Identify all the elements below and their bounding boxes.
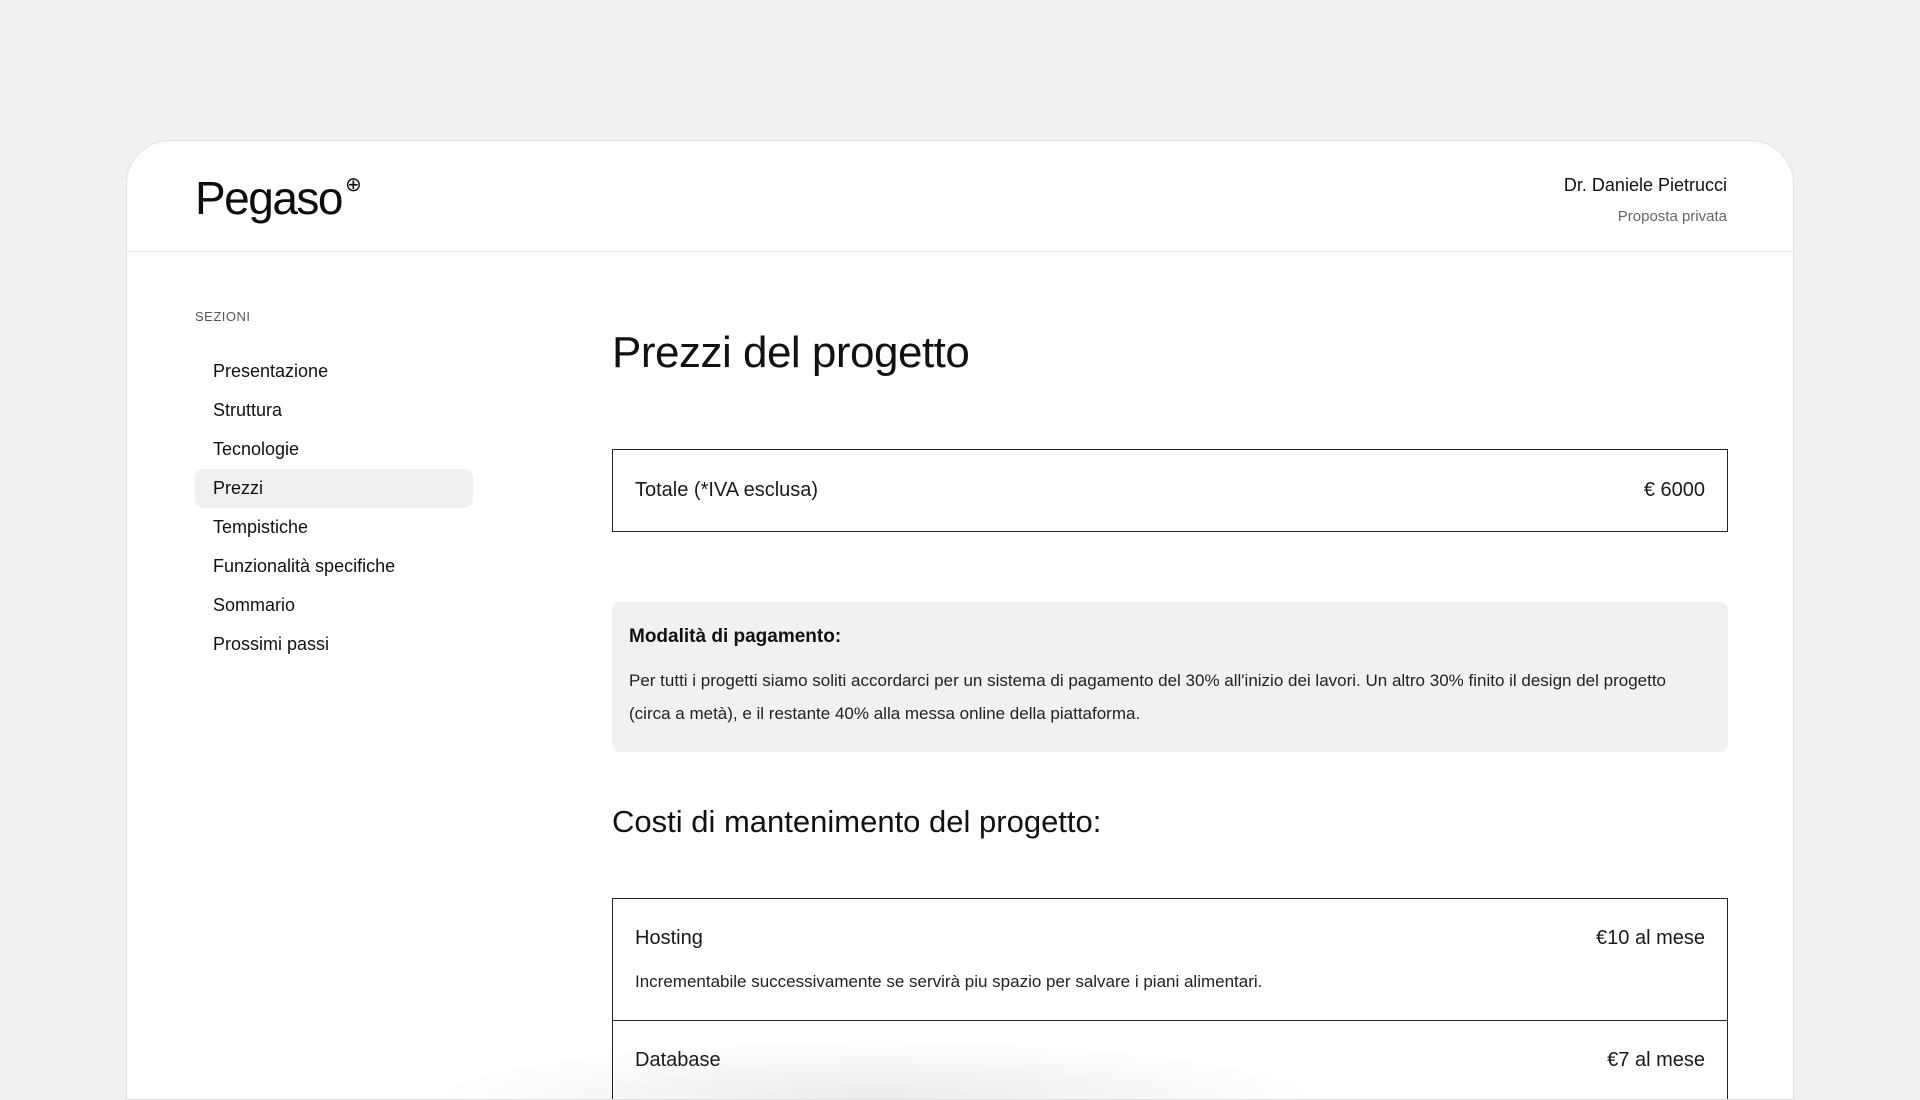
user-info: Dr. Daniele Pietrucci Proposta privata bbox=[1564, 175, 1727, 225]
user-subtitle: Proposta privata bbox=[1617, 208, 1727, 225]
maintenance-title: Costi di mantenimento del progetto: bbox=[612, 804, 1102, 839]
cost-price: €7 al mese bbox=[1607, 1049, 1705, 1071]
cost-row-database: Database €7 al mese bbox=[613, 1021, 1727, 1099]
sidebar-item-presentazione[interactable]: Presentazione bbox=[195, 352, 473, 391]
proposal-card: Pegaso ⊕ Dr. Daniele Pietrucci Proposta … bbox=[126, 140, 1794, 1100]
total-label: Totale (*IVA esclusa) bbox=[635, 479, 819, 501]
sidebar-item-struttura[interactable]: Struttura bbox=[195, 391, 473, 430]
payment-info-box: Modalità di pagamento: Per tutti i proge… bbox=[612, 602, 1728, 752]
page-title: Prezzi del progetto bbox=[612, 328, 970, 377]
cost-name: Database bbox=[635, 1049, 721, 1071]
cost-price: €10 al mese bbox=[1596, 927, 1705, 949]
header: Pegaso ⊕ Dr. Daniele Pietrucci Proposta … bbox=[127, 141, 1793, 252]
sidebar-item-funzionalita[interactable]: Funzionalità specifiche bbox=[195, 547, 473, 586]
payment-title: Modalità di pagamento: bbox=[629, 626, 842, 647]
sidebar: SEZIONI Presentazione Struttura Tecnolog… bbox=[195, 309, 473, 664]
user-name: Dr. Daniele Pietrucci bbox=[1563, 175, 1727, 195]
brand-logo[interactable]: Pegaso ⊕ bbox=[195, 171, 362, 225]
cost-description: Incrementabile successivamente se servir… bbox=[635, 972, 1263, 991]
payment-text: Per tutti i progetti siamo soliti accord… bbox=[629, 671, 1666, 723]
sidebar-label: SEZIONI bbox=[195, 309, 251, 324]
sidebar-item-tempistiche[interactable]: Tempistiche bbox=[195, 508, 473, 547]
sidebar-item-prezzi[interactable]: Prezzi bbox=[195, 469, 473, 508]
brand-name: Pegaso bbox=[195, 172, 344, 224]
cost-name: Hosting bbox=[635, 927, 703, 949]
plus-circle-icon: ⊕ bbox=[345, 174, 362, 196]
costs-table: Hosting €10 al mese Incrementabile succe… bbox=[612, 898, 1728, 1099]
sidebar-item-tecnologie[interactable]: Tecnologie bbox=[195, 430, 473, 469]
sidebar-item-prossimi-passi[interactable]: Prossimi passi bbox=[195, 625, 473, 664]
total-box: Totale (*IVA esclusa) € 6000 bbox=[612, 449, 1728, 532]
total-value: € 6000 bbox=[1643, 479, 1705, 501]
sidebar-item-sommario[interactable]: Sommario bbox=[195, 586, 473, 625]
cost-row-hosting: Hosting €10 al mese Incrementabile succe… bbox=[613, 899, 1727, 1021]
main-content: Prezzi del progetto Totale (*IVA esclusa… bbox=[612, 321, 1728, 1099]
